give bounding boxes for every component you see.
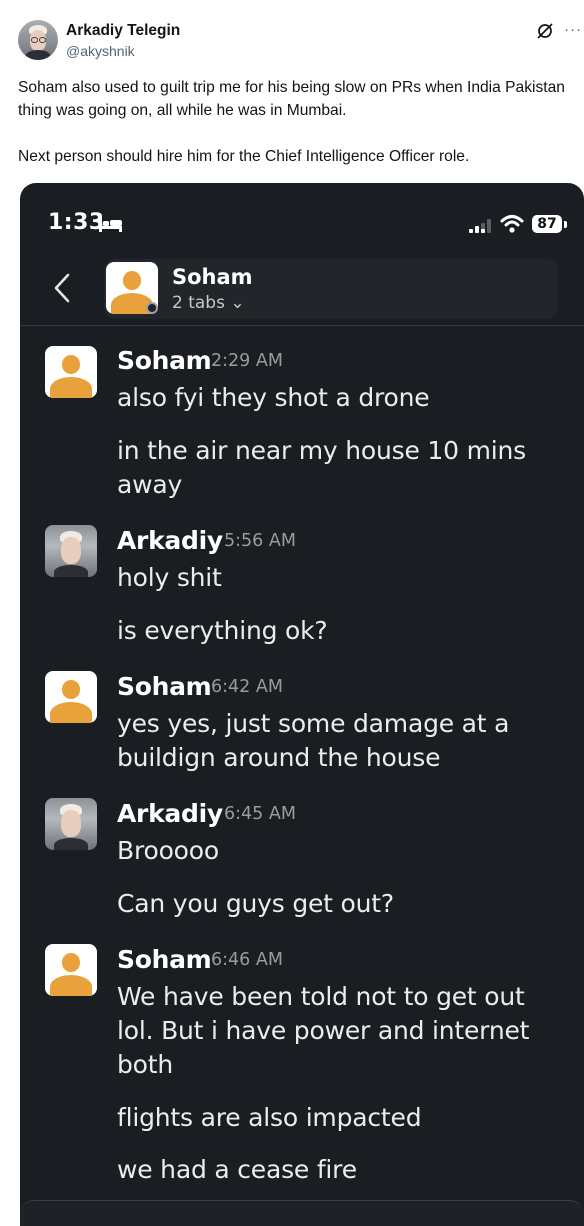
message-author[interactable]: Soham [117,346,212,375]
tweet-paragraph: Next person should hire him for the Chie… [18,148,470,165]
message-avatar[interactable] [45,525,97,577]
more-icon[interactable]: ··· [564,21,582,38]
message-text: also fyi they shot a drone [117,383,430,412]
presence-indicator [146,302,158,314]
message-time: 5:56 AM [224,531,296,551]
message-avatar[interactable] [45,671,97,723]
message-author[interactable]: Soham [117,672,212,701]
message-author[interactable]: Arkadiy [117,799,223,828]
back-chevron-icon[interactable] [53,272,71,304]
author-name[interactable]: Arkadiy Telegin [66,22,180,40]
message-time: 2:29 AM [211,351,283,371]
battery-indicator: 87 [532,215,562,233]
message-avatar[interactable] [45,944,97,996]
message-avatar[interactable] [45,346,97,398]
message-text: in the air near my house 10 mins away [117,436,526,499]
message-time: 6:45 AM [224,804,296,824]
message-author[interactable]: Arkadiy [117,526,223,555]
message-time: 6:46 AM [211,950,283,970]
message-composer[interactable] [20,1200,584,1226]
wifi-icon [500,215,524,233]
message-time: 6:42 AM [211,677,283,697]
battery-tip [564,221,567,228]
message-text: flights are also impacted [117,1103,422,1132]
author-avatar[interactable] [18,20,58,60]
bed-icon [99,218,122,232]
channel-name: Soham [172,265,253,289]
channel-tabs[interactable]: 2 tabs ⌄ [172,293,245,313]
author-handle[interactable]: @akyshnik [66,43,135,59]
message-text: is everything ok? [117,616,328,645]
grok-icon[interactable] [536,22,554,40]
message-text: we had a cease fire [117,1155,357,1184]
message-text: holy shit [117,563,222,592]
tweet-paragraph: Soham also used to guilt trip me for his… [18,79,565,119]
status-time: 1:33 [48,210,105,235]
message-text: We have been told not to get out lol. Bu… [117,982,530,1079]
attached-screenshot[interactable]: 1:33 87 Soham 2 tabs ⌄ Soham 2:29 AM als… [20,183,584,1226]
signal-icon [469,219,491,233]
message-text: Brooooo [117,836,219,865]
message-text: Can you guys get out? [117,889,394,918]
channel-header[interactable]: Soham 2 tabs ⌄ [104,259,558,319]
message-author[interactable]: Soham [117,945,212,974]
post-header: Arkadiy Telegin @akyshnik ··· [18,18,584,64]
message-text: yes yes, just some damage at a buildign … [117,709,510,772]
tweet-text: Soham also used to guilt trip me for his… [18,76,568,168]
header-divider [20,325,584,326]
message-avatar[interactable] [45,798,97,850]
